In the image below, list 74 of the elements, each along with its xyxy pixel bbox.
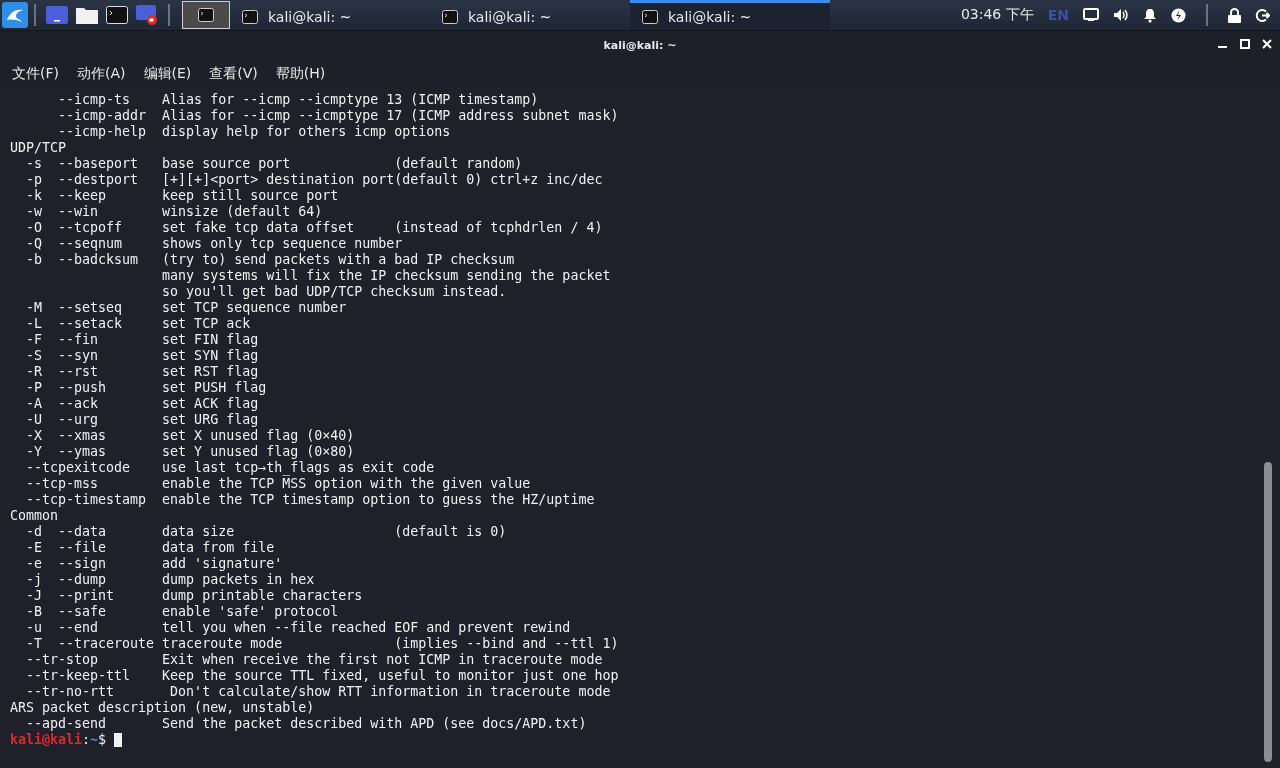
- taskbar-task[interactable]: kali@kali: ~: [630, 0, 830, 30]
- terminal-line: -M --setseq set TCP sequence number: [25, 300, 347, 316]
- terminal-line: -d --data data size (default is 0): [25, 524, 507, 540]
- menu-item[interactable]: 帮助(H): [275, 65, 326, 83]
- terminal-line: -U --urg set URG flag: [25, 412, 259, 428]
- terminal-line: --apd-send Send the packet described with APD (see docs/APD.txt): [25, 716, 587, 732]
- terminal-line: -w --win winsize (default 64): [25, 204, 323, 220]
- menu-item[interactable]: 查看(V): [209, 65, 258, 83]
- terminal-line: --icmp-addr Alias for --icmp --icmptype 17 (ICMP address subnet mask): [57, 108, 619, 124]
- lock-icon[interactable]: [1228, 7, 1241, 23]
- terminal-line: -L --setack set TCP ack: [25, 316, 251, 332]
- screen-recorder-icon[interactable]: [136, 5, 158, 25]
- terminal-line: -k --keep keep still source port: [25, 188, 339, 204]
- close-icon[interactable]: [1262, 39, 1272, 49]
- terminal-line: --tcp-timestamp enable the TCP timestamp option to guess the HZ/uptime: [25, 492, 595, 508]
- terminal-icon: [197, 8, 215, 22]
- terminal-line: -Y --ymas set Y unused flag (0×80): [25, 444, 355, 460]
- prompt-user: kali@kali: [10, 732, 83, 748]
- dragon-logo-icon[interactable]: [2, 2, 28, 28]
- clock[interactable]: 03:46 下午: [960, 6, 1034, 24]
- lightning-icon[interactable]: [1171, 7, 1186, 23]
- workspace-switcher[interactable]: [182, 1, 230, 29]
- terminal-line: UDP/TCP: [10, 140, 67, 156]
- terminal-line: -J --print dump printable characters: [25, 588, 363, 604]
- terminal-line: -s --baseport base source port (default random): [25, 156, 523, 172]
- desktop-icon[interactable]: [46, 6, 68, 24]
- prompt-path: ~: [90, 732, 99, 748]
- maximize-icon[interactable]: [1240, 39, 1250, 49]
- terminal-line: -T --traceroute traceroute mode (implies --bind and --ttl 1): [25, 636, 619, 652]
- terminal-line: -j --dump dump packets in hex: [25, 572, 315, 588]
- window-title: kali@kali: ~: [603, 38, 677, 52]
- prompt-separator: :: [82, 732, 91, 748]
- terminal-line: --tr-no-rtt Don't calculate/show RTT information in traceroute mode: [25, 684, 611, 700]
- terminal-icon: [242, 9, 258, 24]
- terminal-line: Common: [10, 508, 59, 524]
- terminal-line: -P --push set PUSH flag: [25, 380, 267, 396]
- terminal-line: -A --ack set ACK flag: [25, 396, 259, 412]
- terminal-line: -Q --seqnum shows only tcp sequence number: [25, 236, 403, 252]
- taskbar-task[interactable]: kali@kali: ~: [230, 0, 430, 30]
- terminal-line: --tcpexitcode use last tcp→th_flags as exit code: [25, 460, 435, 476]
- terminal-line: so you'll get bad UDP/TCP checksum instead.: [161, 284, 507, 300]
- terminal-line: -p --destport [+][+]<port> destination port(default 0) ctrl+z inc/dec: [25, 172, 603, 188]
- terminal-line: ARS packet description (new, unstable): [10, 700, 315, 716]
- prompt-symbol: $: [98, 732, 107, 748]
- logout-icon[interactable]: [1255, 7, 1270, 23]
- terminal-line: -B --safe enable 'safe' protocol: [25, 604, 339, 620]
- terminal-line: -E --file data from file: [25, 540, 275, 556]
- menu-item[interactable]: 编辑(E): [143, 65, 192, 83]
- display-icon[interactable]: [1083, 8, 1099, 22]
- terminal-line: -b --badcksum (try to) send packets with a bad IP checksum: [25, 252, 515, 268]
- terminal-line: --tcp-mss enable the TCP MSS option with the given value: [25, 476, 531, 492]
- terminal-icon[interactable]: [106, 6, 128, 24]
- terminal-line: -S --syn set SYN flag: [25, 348, 259, 364]
- menu-item[interactable]: 文件(F): [12, 65, 59, 83]
- terminal-line: -e --sign add 'signature': [25, 556, 283, 572]
- bell-icon[interactable]: [1143, 7, 1157, 23]
- volume-icon[interactable]: [1113, 8, 1129, 22]
- terminal-line: -F --fin set FIN flag: [25, 332, 259, 348]
- terminal-icon: [642, 9, 658, 24]
- scrollbar-thumb[interactable]: [1264, 462, 1272, 762]
- terminal-line: -u --end tell you when --file reached EOF and prevent rewind: [25, 620, 571, 636]
- terminal-line: --icmp-ts Alias for --icmp --icmptype 13 (ICMP timestamp): [57, 92, 539, 108]
- terminal-line: --tr-stop Exit when receive the first not ICMP in traceroute mode: [25, 652, 603, 668]
- text-cursor: [114, 733, 123, 747]
- terminal-line: --icmp-help display help for others icmp options: [57, 124, 451, 140]
- terminal-line: -O --tcpoff set fake tcp data offset (instead of tcphdrlen / 4): [25, 220, 603, 236]
- terminal-icon: [442, 9, 458, 24]
- taskbar-task[interactable]: kali@kali: ~: [430, 0, 630, 30]
- folder-icon[interactable]: [76, 6, 98, 24]
- menu-item[interactable]: 动作(A): [77, 65, 126, 83]
- terminal-line: --tr-keep-ttl Keep the source TTL fixed, useful to monitor just one hop: [25, 668, 619, 684]
- terminal-line: -R --rst set RST flag: [25, 364, 259, 380]
- terminal-line: -X --xmas set X unused flag (0×40): [25, 428, 355, 444]
- terminal-line: many systems will fix the IP checksum sending the packet: [161, 268, 611, 284]
